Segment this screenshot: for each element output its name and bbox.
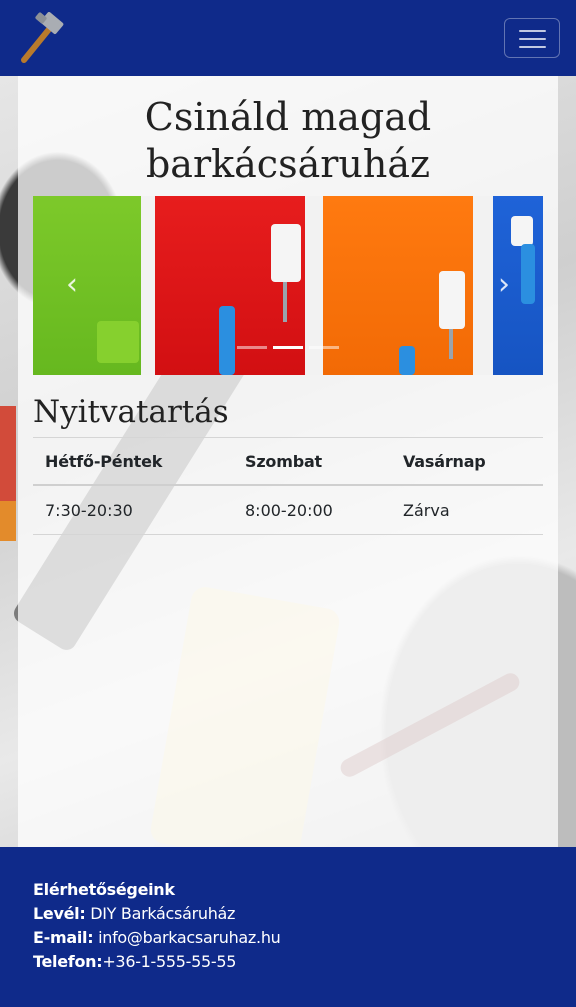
email-label: E-mail: <box>33 928 94 947</box>
navbar-toggler-button[interactable] <box>504 18 560 58</box>
opening-hours-title: Nyitvatartás <box>33 394 229 430</box>
contact-phone: Telefon:+36-1-555-55-55 <box>33 950 236 974</box>
hamburger-menu-icon <box>519 30 546 32</box>
table-cell: 8:00-20:00 <box>233 485 391 535</box>
column-header: Vasárnap <box>391 437 543 486</box>
table-header-row: Hétfő-Péntek Szombat Vasárnap <box>33 437 543 486</box>
table-cell: 7:30-20:30 <box>33 485 233 535</box>
column-header: Hétfő-Péntek <box>33 437 233 486</box>
contact-email: E-mail: info@barkacsaruhaz.hu <box>33 926 281 950</box>
brand-logo[interactable] <box>16 12 68 64</box>
image-carousel[interactable]: ‹ › <box>33 196 543 375</box>
table-cell: Zárva <box>391 485 543 535</box>
carousel-indicator[interactable] <box>309 346 339 349</box>
carousel-next-button[interactable]: › <box>489 270 519 300</box>
page-title: Csináld magad barkácsáruház <box>144 95 432 186</box>
table-row: 7:30-20:30 8:00-20:00 Zárva <box>33 485 543 535</box>
mail-label: Levél: <box>33 904 86 923</box>
email-value: info@barkacsaruhaz.hu <box>93 928 281 947</box>
chevron-left-icon: ‹ <box>66 267 78 302</box>
phone-label: Telefon: <box>33 952 103 971</box>
navbar <box>0 0 576 76</box>
footer: Elérhetőségeink Levél: DIY Barkácsáruház… <box>0 847 576 1007</box>
chevron-right-icon: › <box>498 267 510 302</box>
mail-value: DIY Barkácsáruház <box>85 904 236 923</box>
main-content: Csináld magad barkácsáruház ‹ › Nyitvata… <box>18 76 558 847</box>
carousel-indicator-active[interactable] <box>273 346 303 349</box>
column-header: Szombat <box>233 437 391 486</box>
opening-hours-table: Hétfő-Péntek Szombat Vasárnap 7:30-20:30… <box>33 437 543 535</box>
carousel-prev-button[interactable]: ‹ <box>57 270 87 300</box>
carousel-indicator[interactable] <box>237 346 267 349</box>
hammer-icon <box>21 12 64 63</box>
contact-heading: Elérhetőségeink <box>33 880 175 899</box>
contact-mail: Levél: DIY Barkácsáruház <box>33 902 235 926</box>
carousel-indicators <box>237 346 339 350</box>
phone-value: +36-1-555-55-55 <box>102 952 237 971</box>
